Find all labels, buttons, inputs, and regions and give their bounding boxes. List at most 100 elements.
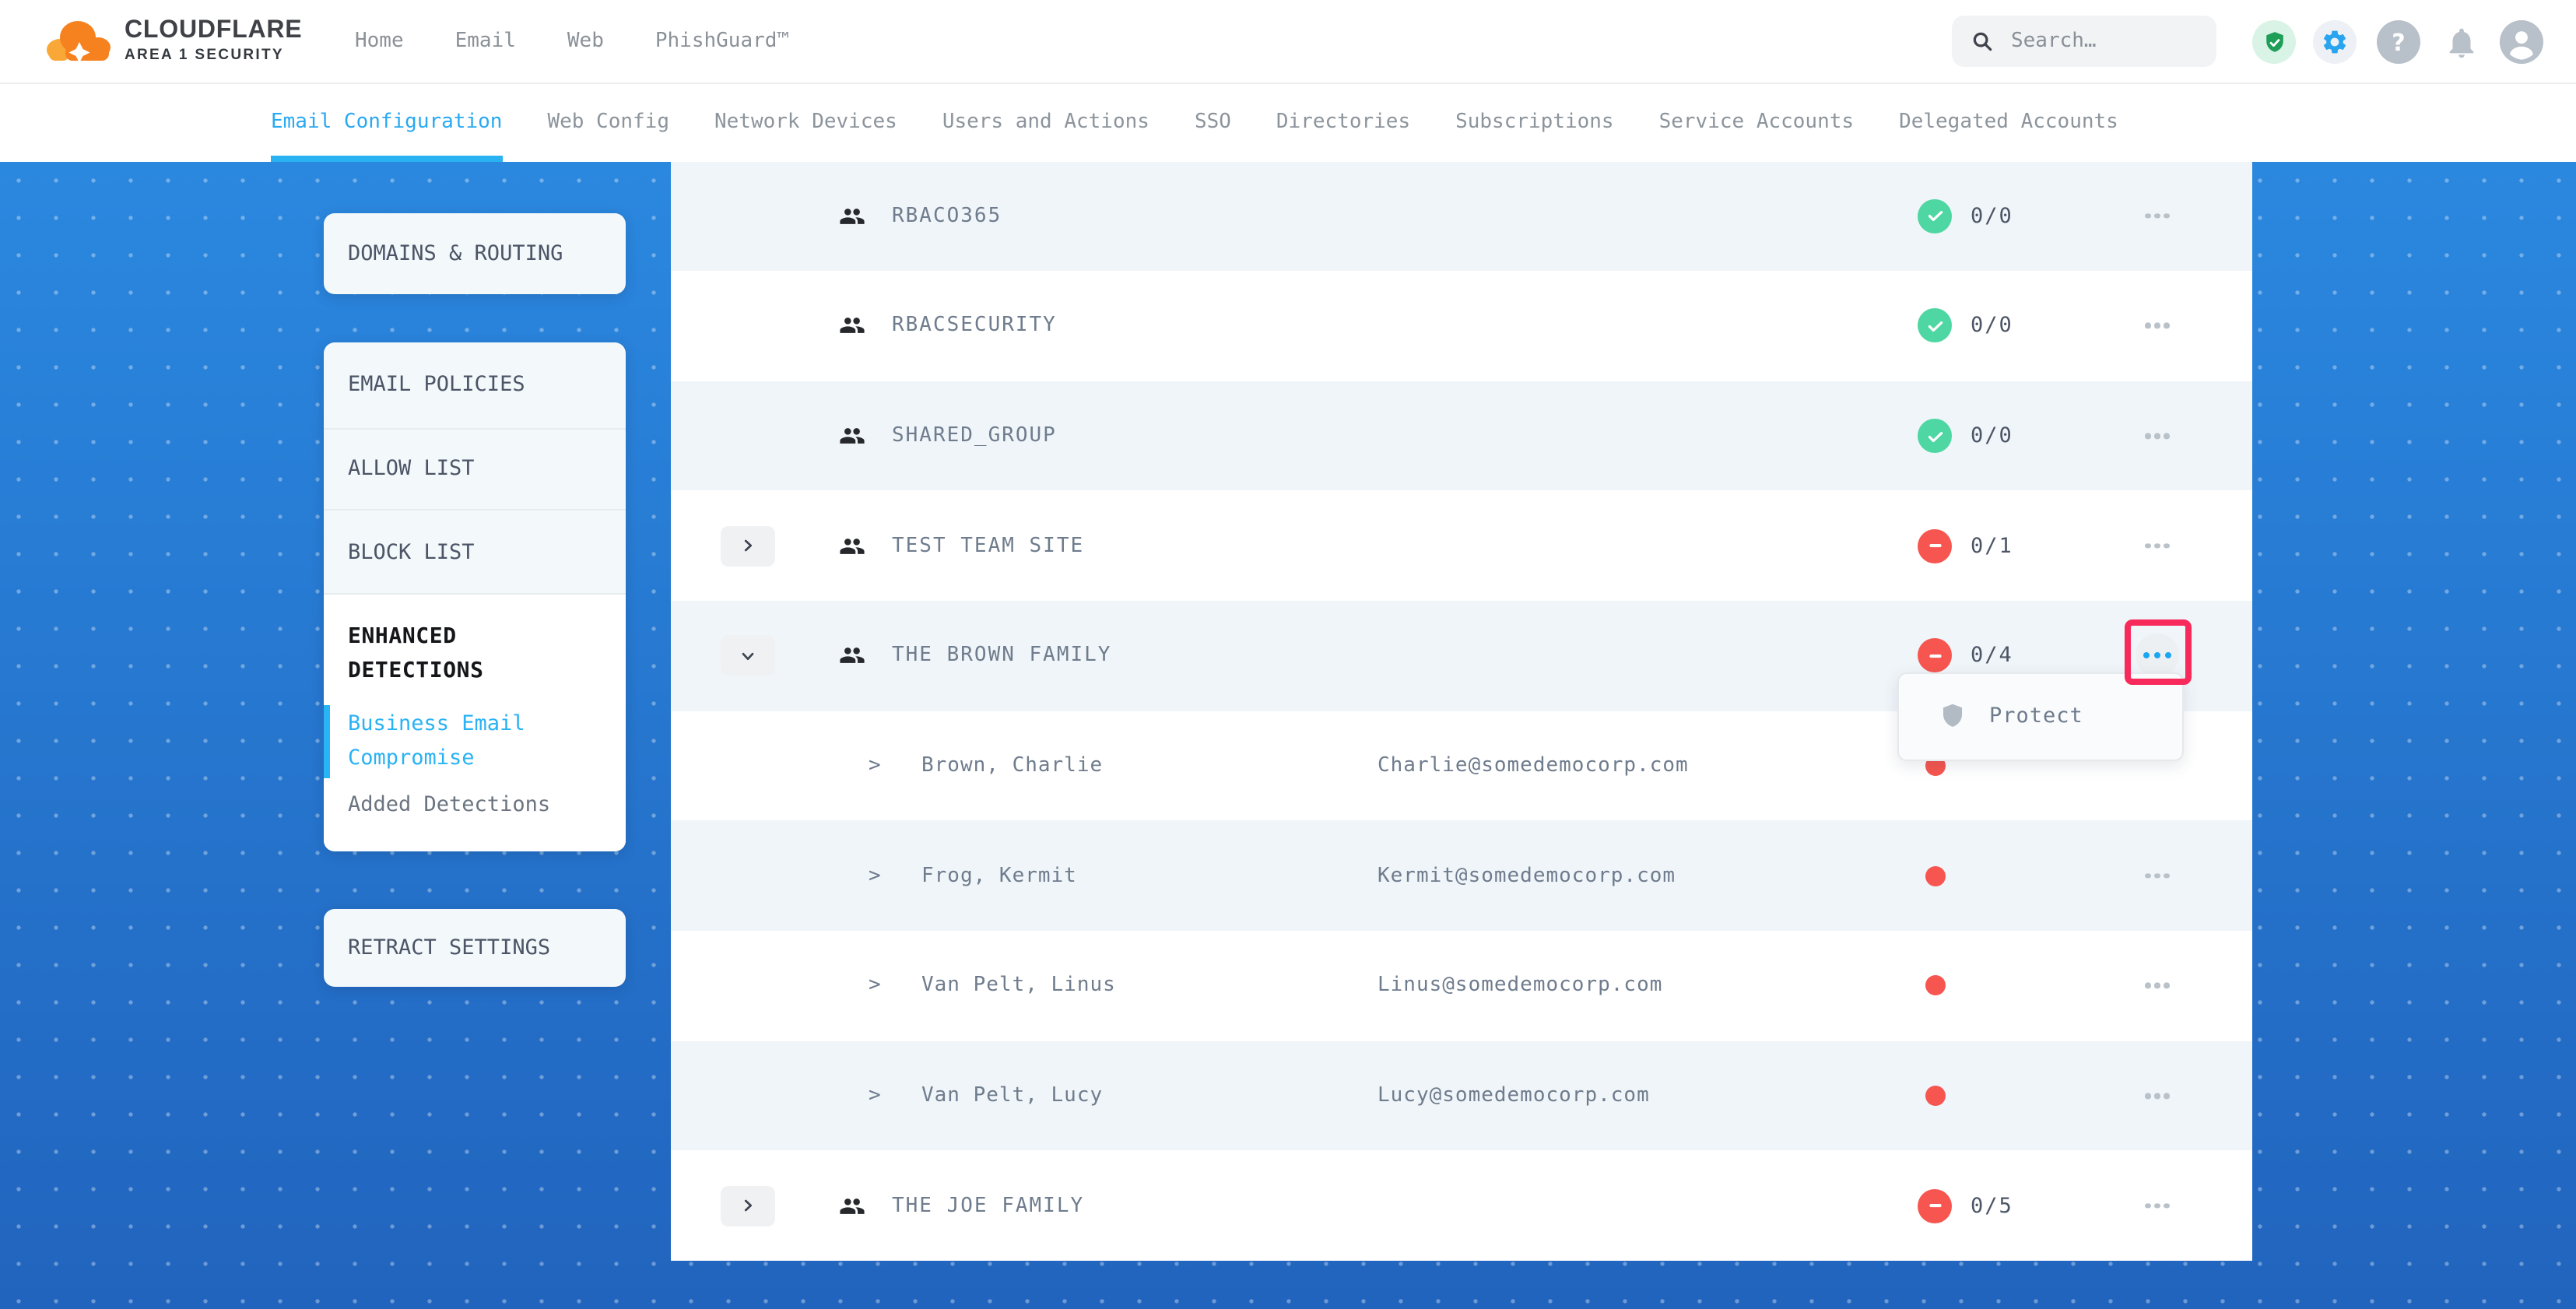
group-name: THE JOE FAMILY	[892, 1194, 1084, 1217]
cloudflare-logo[interactable]: CLOUDFLARE AREA 1 SECURITY	[42, 12, 302, 68]
group-icon	[838, 313, 865, 339]
row-menu-button[interactable]	[2145, 317, 2170, 335]
help-icon[interactable]: ?	[2377, 20, 2420, 64]
secondary-nav: Email Configuration Web Config Network D…	[0, 83, 2576, 161]
group-icon	[838, 203, 865, 230]
app-window: CLOUDFLARE AREA 1 SECURITY Home Email We…	[0, 0, 2576, 1309]
table-row-group[interactable]: THE JOE FAMILY 0/5	[671, 1151, 2252, 1261]
protected-count: 0/0	[1971, 204, 2013, 229]
settings-gear-icon[interactable]	[2313, 20, 2357, 64]
search-box[interactable]	[1952, 16, 2216, 67]
row-menu-button-active[interactable]	[2136, 634, 2179, 678]
user-email: Charlie@somedemocorp.com	[1377, 754, 1689, 777]
protected-count: 0/0	[1971, 314, 2013, 339]
table-row-group[interactable]: TEST TEAM SITE 0/1	[671, 491, 2252, 601]
group-icon	[838, 423, 865, 449]
protected-count: 0/0	[1971, 423, 2013, 448]
child-arrow: >	[869, 974, 881, 998]
nav-item-phishguard[interactable]: PhishGuard™	[655, 30, 789, 54]
brand-subtitle: AREA 1 SECURITY	[125, 47, 302, 65]
row-menu-button[interactable]	[2145, 207, 2170, 225]
child-arrow: >	[869, 754, 881, 777]
nav-item-home[interactable]: Home	[355, 30, 404, 54]
table-row-group[interactable]: SHARED_GROUP 0/0	[671, 381, 2252, 491]
primary-nav: Home Email Web PhishGuard™	[355, 0, 789, 83]
cloudflare-cloud-icon	[42, 12, 117, 68]
notifications-bell-icon[interactable]	[2439, 20, 2483, 64]
row-menu-button[interactable]	[2145, 1086, 2170, 1104]
sidebar-item-retract-settings[interactable]: RETRACT SETTINGS	[323, 909, 626, 987]
sidebar-item-added-detections[interactable]: Added Detections	[348, 792, 601, 817]
status-badge-unprotected	[1918, 639, 1952, 673]
shield-icon	[1939, 701, 1966, 731]
sidebar-item-domains-routing[interactable]: DOMAINS & ROUTING	[323, 212, 626, 293]
user-email: Kermit@somedemocorp.com	[1377, 864, 1676, 887]
tab-web-config[interactable]: Web Config	[547, 83, 669, 161]
child-arrow: >	[869, 864, 881, 887]
table-row-user[interactable]: > Frog, Kermit Kermit@somedemocorp.com	[671, 821, 2252, 931]
group-name: RBACO365	[892, 205, 1002, 228]
sidebar-item-business-email-compromise[interactable]: Business Email Compromise	[348, 708, 581, 775]
expand-button[interactable]	[720, 1185, 774, 1226]
protected-count: 0/5	[1971, 1193, 2013, 1218]
status-badge-unprotected	[1918, 529, 1952, 563]
sidebar-item-allow-list[interactable]: ALLOW LIST	[323, 429, 626, 511]
search-input[interactable]	[2008, 28, 2201, 54]
protected-count: 0/4	[1971, 644, 2013, 669]
nav-item-email[interactable]: Email	[455, 30, 516, 54]
tab-email-configuration[interactable]: Email Configuration	[271, 83, 502, 161]
tab-subscriptions[interactable]: Subscriptions	[1455, 83, 1614, 161]
table-row-group[interactable]: RBACSECURITY 0/0	[671, 271, 2252, 381]
collapse-button[interactable]	[720, 636, 774, 676]
expand-button[interactable]	[720, 526, 774, 567]
group-name: RBACSECURITY	[892, 314, 1057, 338]
row-menu-button[interactable]	[2145, 867, 2170, 885]
row-context-menu: Protect	[1897, 672, 2184, 760]
shield-check-icon[interactable]	[2252, 20, 2296, 64]
tab-directories[interactable]: Directories	[1276, 83, 1410, 161]
groups-table: RBACO365 0/0 RBACSECURITY 0/0 SHARED_GRO…	[671, 161, 2252, 1261]
tab-network-devices[interactable]: Network Devices	[714, 83, 897, 161]
tab-sso[interactable]: SSO	[1195, 83, 1231, 161]
status-badge-unprotected	[1918, 1188, 1952, 1223]
user-name: Van Pelt, Lucy	[921, 1084, 1103, 1107]
protected-count: 0/1	[1971, 534, 2013, 559]
tab-users-and-actions[interactable]: Users and Actions	[942, 83, 1149, 161]
brand-name: CLOUDFLARE	[125, 17, 302, 44]
status-badge-protected	[1918, 309, 1952, 343]
group-name: SHARED_GROUP	[892, 424, 1057, 447]
search-icon	[1971, 30, 1994, 53]
group-icon	[838, 1192, 865, 1219]
table-row-user[interactable]: > Van Pelt, Lucy Lucy@somedemocorp.com	[671, 1041, 2252, 1150]
user-name: Frog, Kermit	[921, 864, 1077, 887]
sidebar-item-email-policies[interactable]: EMAIL POLICIES	[323, 342, 626, 429]
user-email: Linus@somedemocorp.com	[1377, 974, 1662, 998]
nav-item-web[interactable]: Web	[567, 30, 604, 54]
row-menu-button[interactable]	[2145, 537, 2170, 555]
status-dot-unprotected	[1925, 1086, 1945, 1106]
sidebar-item-block-list[interactable]: BLOCK LIST	[323, 511, 626, 595]
user-email: Lucy@somedemocorp.com	[1377, 1084, 1650, 1107]
row-menu-button[interactable]	[2145, 977, 2170, 995]
top-header: CLOUDFLARE AREA 1 SECURITY Home Email We…	[0, 0, 2576, 83]
tab-delegated-accounts[interactable]: Delegated Accounts	[1899, 83, 2118, 161]
sidebar-section-enhanced-detections: ENHANCED DETECTIONS Business Email Compr…	[323, 595, 626, 851]
enhanced-detections-title: ENHANCED DETECTIONS	[348, 621, 581, 688]
table-row-group[interactable]: RBACO365 0/0	[671, 161, 2252, 271]
table-row-user[interactable]: > Van Pelt, Linus Linus@somedemocorp.com	[671, 931, 2252, 1041]
account-icon[interactable]	[2500, 20, 2543, 64]
user-name: Van Pelt, Linus	[921, 974, 1116, 998]
tab-service-accounts[interactable]: Service Accounts	[1659, 83, 1854, 161]
status-badge-protected	[1918, 199, 1952, 233]
status-badge-protected	[1918, 419, 1952, 453]
status-dot-unprotected	[1925, 976, 1945, 996]
active-item-indicator	[323, 705, 329, 778]
row-menu-button[interactable]	[2145, 1197, 2170, 1215]
svg-text:?: ?	[2392, 30, 2405, 57]
sidebar-email-policies-card: EMAIL POLICIES ALLOW LIST BLOCK LIST ENH…	[323, 342, 626, 851]
group-icon	[838, 643, 865, 669]
row-menu-button[interactable]	[2145, 427, 2170, 445]
menu-item-protect[interactable]: Protect	[1989, 704, 2083, 728]
user-name: Brown, Charlie	[921, 754, 1103, 777]
group-name: THE BROWN FAMILY	[892, 644, 1111, 668]
